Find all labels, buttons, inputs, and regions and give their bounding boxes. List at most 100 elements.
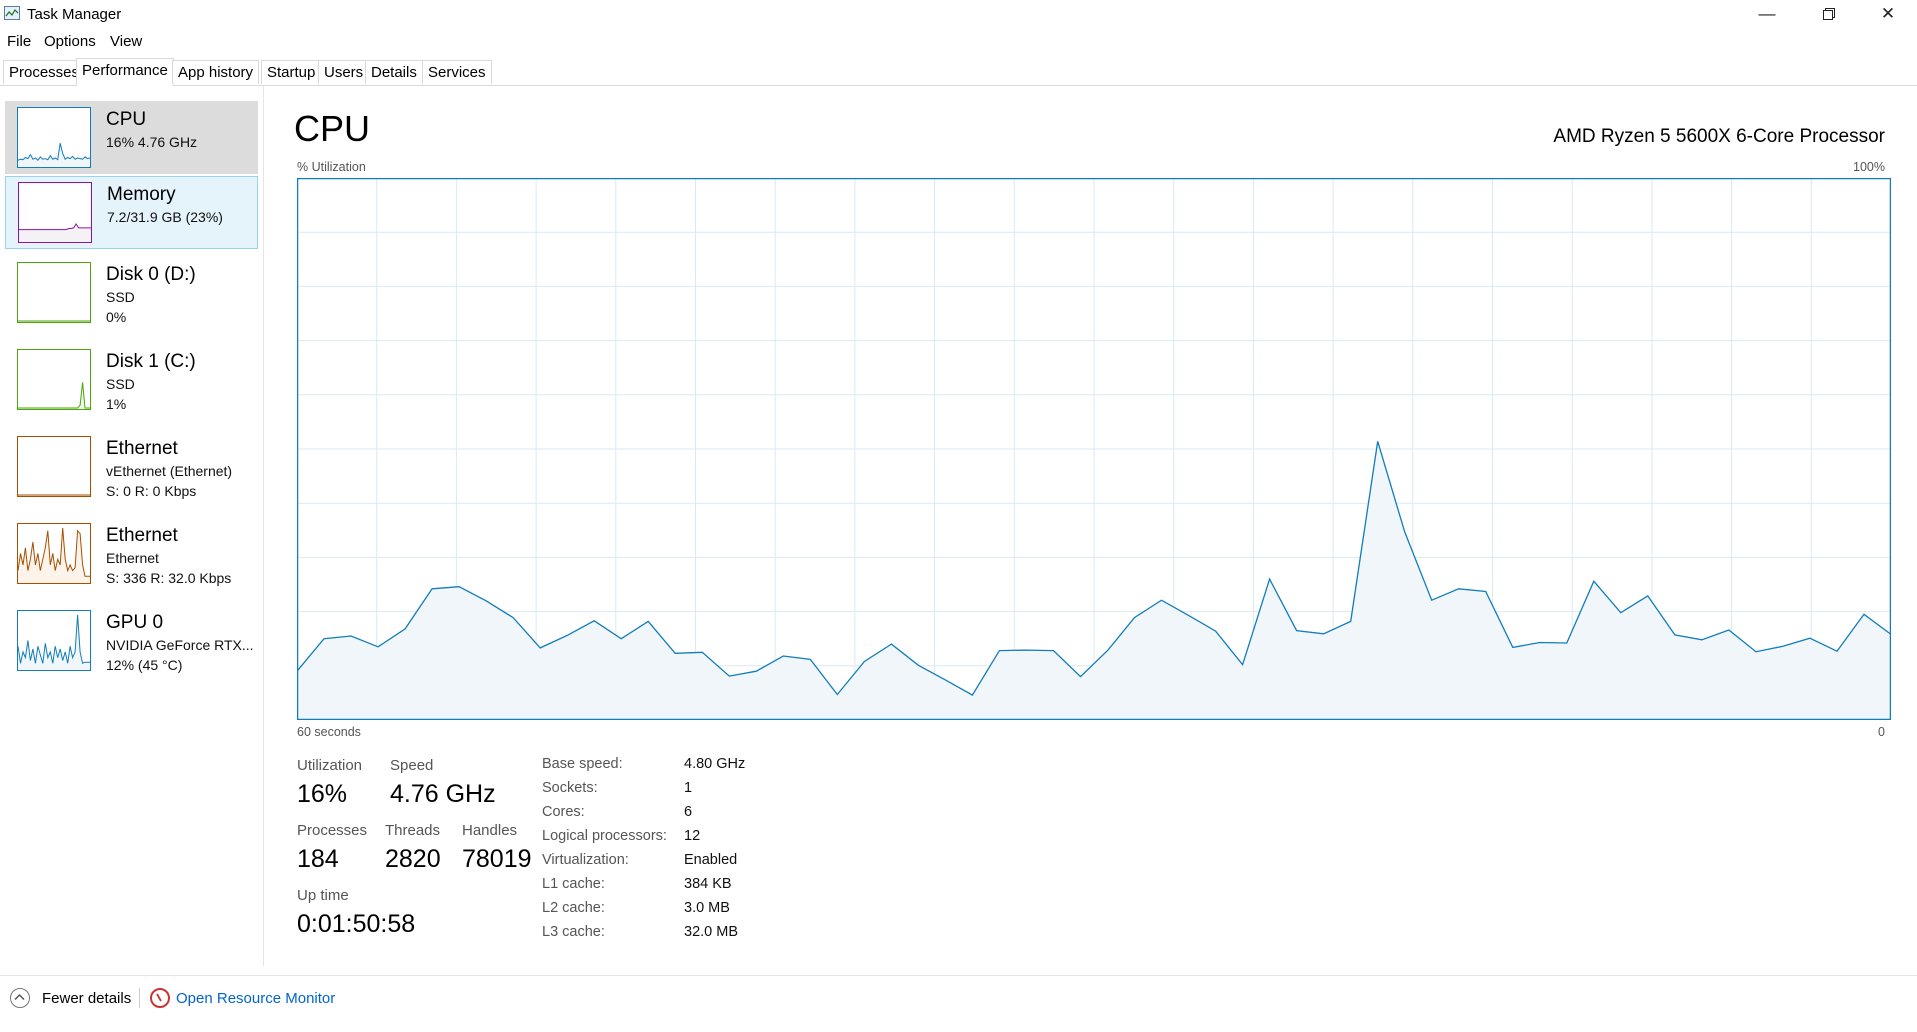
thumbnail-line: [18, 143, 90, 162]
uptime-value: 0:01:50:58: [297, 910, 416, 938]
disk0-thumbnail-graph: [17, 262, 91, 323]
axis-max-label: 100%: [1853, 160, 1885, 174]
sidebar-item-detail-2: S: 336 R: 32.0 Kbps: [106, 570, 232, 586]
uptime-label: Up time: [297, 887, 349, 904]
info-value-base-speed: 4.80 GHz: [684, 756, 746, 772]
sidebar-item-memory[interactable]: Memory 7.2/31.9 GB (23%): [5, 176, 258, 249]
info-value-sockets: 1: [684, 780, 693, 796]
sidebar-item-detail: SSD: [106, 376, 135, 392]
sidebar-item-ethernet-v[interactable]: Ethernet vEthernet (Ethernet) S: 0 R: 0 …: [5, 431, 258, 511]
sidebar-item-name: Disk 0 (D:): [106, 264, 196, 285]
restore-button[interactable]: [1801, 0, 1857, 28]
sidebar-item-detail-2: 12% (45 °C): [106, 657, 183, 673]
minimize-icon: —: [1758, 4, 1776, 23]
thumbnail-area: [18, 527, 90, 583]
info-value-l1-cache: 384 KB: [684, 876, 732, 892]
sidebar-item-name: GPU 0: [106, 612, 164, 633]
sidebar-item-cpu[interactable]: CPU 16% 4.76 GHz: [5, 101, 258, 174]
tab-startup[interactable]: Startup: [261, 60, 322, 84]
info-label-logical-processors: Logical processors:: [542, 828, 667, 844]
close-button[interactable]: ✕: [1860, 0, 1916, 28]
sidebar-item-name: Ethernet: [106, 438, 178, 459]
thumbnail-area: [18, 143, 90, 167]
sidebar-item-name: CPU: [106, 109, 147, 130]
disk1-thumbnail-graph: [17, 349, 91, 410]
sidebar-item-name: Memory: [107, 184, 176, 205]
thumbnail-area: [19, 223, 91, 242]
info-label-virtualization: Virtualization:: [542, 852, 629, 868]
sidebar-item-disk-0[interactable]: Disk 0 (D:) SSD 0%: [5, 257, 258, 337]
sidebar-item-disk-1[interactable]: Disk 1 (C:) SSD 1%: [5, 344, 258, 424]
thumbnail-line: [18, 382, 90, 409]
page-title: CPU: [294, 108, 371, 149]
sidebar-item-detail-2: 0%: [106, 309, 127, 325]
info-label-base-speed: Base speed:: [542, 756, 623, 772]
sidebar-item-detail: NVIDIA GeForce RTX...: [106, 637, 254, 653]
sidebar-item-detail: Ethernet: [106, 550, 159, 566]
tab-processes[interactable]: Processes: [3, 60, 86, 84]
speed-value: 4.76 GHz: [390, 780, 496, 808]
sidebar-item-detail: vEthernet (Ethernet): [106, 463, 233, 479]
threads-value: 2820: [385, 845, 441, 873]
info-label-l1-cache: L1 cache:: [542, 876, 605, 892]
ethernet-thumbnail-graph: [17, 523, 91, 584]
info-label-l3-cache: L3 cache:: [542, 924, 605, 940]
processes-label: Processes: [297, 822, 368, 839]
sidebar-item-name: Ethernet: [106, 525, 178, 546]
utilization-axis-label: % Utilization: [297, 160, 366, 174]
sidebar-item-gpu-0[interactable]: GPU 0 NVIDIA GeForce RTX... 12% (45 °C): [5, 605, 258, 685]
processor-model: AMD Ryzen 5 5600X 6-Core Processor: [1553, 126, 1885, 147]
sidebar-item-detail: 16% 4.76 GHz: [106, 134, 198, 150]
tab-app-history[interactable]: App history: [172, 60, 260, 84]
cpu-thumbnail-graph: [17, 107, 91, 168]
fewer-details-button[interactable]: Fewer details: [42, 990, 131, 1007]
window-title: Task Manager: [27, 6, 122, 23]
info-value-cores: 6: [684, 804, 693, 820]
info-value-l3-cache: 32.0 MB: [684, 924, 738, 940]
time-axis-right-label: 0: [1878, 725, 1885, 739]
memory-thumbnail-graph: [18, 182, 92, 243]
sidebar-item-detail: SSD: [106, 289, 135, 305]
tab-details[interactable]: Details: [365, 60, 423, 84]
footer-divider: [139, 988, 140, 1008]
info-label-cores: Cores:: [542, 804, 585, 820]
utilization-label: Utilization: [297, 757, 363, 774]
footer-bar: Fewer details Open Resource Monitor: [0, 975, 1917, 1032]
tab-performance[interactable]: Performance: [76, 58, 174, 86]
title-bar: Task Manager — ✕: [0, 0, 1917, 28]
thumbnail-area: [18, 382, 90, 409]
open-resource-monitor-link[interactable]: Open Resource Monitor: [176, 990, 335, 1007]
info-label-sockets: Sockets:: [542, 780, 598, 796]
sidebar-item-name: Disk 1 (C:): [106, 351, 196, 372]
chevron-up-icon[interactable]: [10, 988, 30, 1008]
minimize-button[interactable]: —: [1739, 0, 1795, 28]
cpu-utilization-graph: [297, 178, 1891, 720]
ethernet-v-thumbnail-graph: [17, 436, 91, 497]
info-value-virtualization: Enabled: [684, 852, 738, 868]
resource-sidebar: CPU 16% 4.76 GHz Memory 7.2/31.9 GB (23%…: [0, 86, 264, 966]
processes-value: 184: [297, 845, 339, 873]
info-value-logical-processors: 12: [684, 828, 701, 844]
tab-bar: Processes Performance App history Startu…: [0, 58, 1917, 86]
resource-monitor-icon: [150, 988, 170, 1008]
sidebar-item-ethernet[interactable]: Ethernet Ethernet S: 336 R: 32.0 Kbps: [5, 518, 258, 598]
tab-services[interactable]: Services: [422, 60, 492, 84]
handles-label: Handles: [462, 822, 518, 839]
threads-label: Threads: [385, 822, 441, 839]
tab-users[interactable]: Users: [318, 60, 370, 84]
restore-icon: [1823, 8, 1835, 20]
utilization-value: 16%: [297, 780, 348, 808]
gpu-thumbnail-graph: [17, 610, 91, 671]
sidebar-item-detail-2: 1%: [106, 396, 127, 412]
menu-file[interactable]: File: [7, 33, 31, 50]
handles-value: 78019: [462, 845, 532, 873]
task-manager-icon: [4, 6, 20, 20]
menu-options[interactable]: Options: [44, 33, 96, 50]
info-label-l2-cache: L2 cache:: [542, 900, 605, 916]
speed-label: Speed: [390, 757, 434, 774]
sidebar-item-detail-2: S: 0 R: 0 Kbps: [106, 483, 197, 499]
menu-view[interactable]: View: [110, 33, 142, 50]
sidebar-item-detail: 7.2/31.9 GB (23%): [107, 209, 223, 225]
info-value-l2-cache: 3.0 MB: [684, 900, 730, 916]
time-axis-left-label: 60 seconds: [297, 725, 361, 739]
